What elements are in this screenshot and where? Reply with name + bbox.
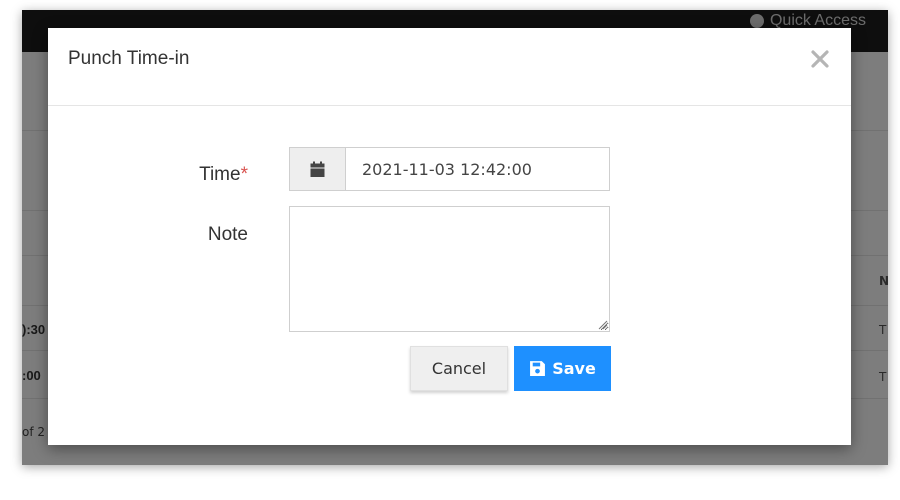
resize-handle-icon[interactable] xyxy=(596,318,608,330)
modal-title: Punch Time-in xyxy=(68,48,190,69)
save-button[interactable]: Save xyxy=(514,346,611,391)
close-icon xyxy=(811,50,829,68)
note-textarea[interactable] xyxy=(289,206,610,332)
floppy-disk-icon xyxy=(530,361,546,376)
punch-time-in-modal: Punch Time-in Time* Note Cancel xyxy=(48,28,851,445)
time-input-group xyxy=(289,147,610,191)
required-asterisk: * xyxy=(240,164,248,185)
calendar-icon xyxy=(310,161,325,177)
time-label-text: Time xyxy=(199,164,241,185)
close-button[interactable] xyxy=(807,46,833,72)
cancel-button-label: Cancel xyxy=(431,359,487,378)
cancel-button[interactable]: Cancel xyxy=(410,346,508,391)
time-label: Time* xyxy=(168,164,248,186)
note-label: Note xyxy=(207,224,248,245)
modal-header: Punch Time-in xyxy=(48,28,851,106)
save-button-label: Save xyxy=(552,359,596,378)
time-input[interactable] xyxy=(346,148,609,190)
calendar-picker-button[interactable] xyxy=(290,148,346,190)
